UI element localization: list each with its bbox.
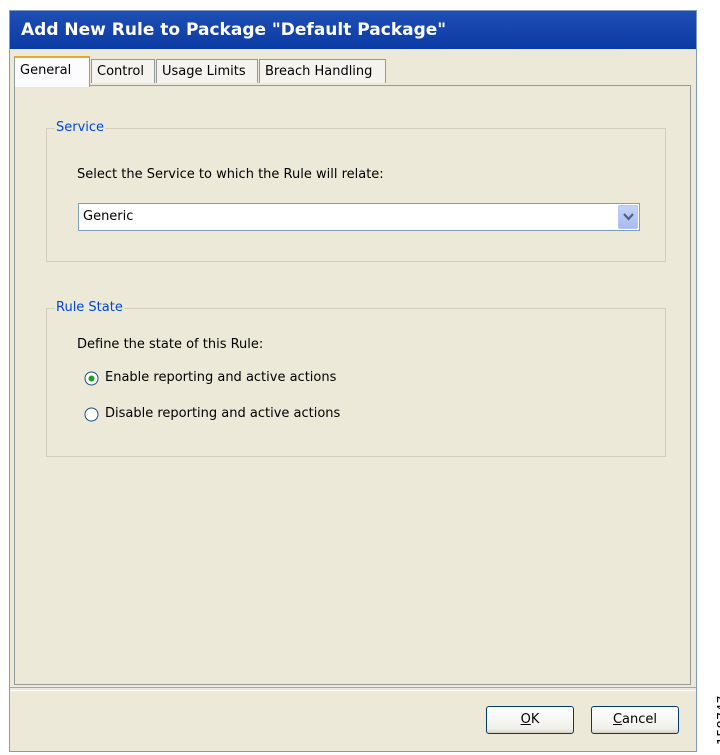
radio-disable-reporting[interactable]: Disable reporting and active actions [84, 405, 404, 425]
service-select[interactable]: Generic [78, 203, 640, 231]
title-bar: Add New Rule to Package "Default Package… [10, 11, 696, 49]
chevron-down-icon[interactable] [618, 205, 638, 229]
radio-enable-label: Enable reporting and active actions [105, 370, 337, 385]
ok-button[interactable]: OK [486, 706, 574, 734]
radio-selected-icon[interactable] [84, 371, 99, 386]
radio-enable-reporting[interactable]: Enable reporting and active actions [84, 369, 404, 389]
figure-id-watermark: 158747 [700, 665, 720, 745]
radio-unselected-icon[interactable] [84, 407, 99, 422]
radio-disable-label: Disable reporting and active actions [105, 406, 341, 421]
dialog-window: Add New Rule to Package "Default Package… [9, 10, 697, 752]
ok-mnemonic: O [520, 712, 531, 727]
service-select-value: Generic [83, 209, 134, 224]
tab-general[interactable]: General [14, 56, 90, 87]
rule-state-group-legend: Rule State [55, 300, 124, 315]
ok-rest: K [530, 712, 540, 727]
window-title: Add New Rule to Package "Default Package… [21, 20, 447, 40]
service-groupbox: Service Select the Service to which the … [46, 120, 666, 262]
tab-breach-handling[interactable]: Breach Handling [259, 59, 386, 83]
tab-control[interactable]: Control [91, 59, 155, 83]
figure-id-text: 158747 [716, 695, 720, 745]
tab-panel-general: Service Select the Service to which the … [14, 85, 691, 685]
rule-state-groupbox: Rule State Define the state of this Rule… [46, 300, 666, 457]
tab-panel-body: Service Select the Service to which the … [15, 86, 690, 684]
rule-state-prompt-label: Define the state of this Rule: [77, 337, 264, 352]
service-group-legend: Service [55, 120, 106, 135]
cancel-mnemonic: C [612, 712, 623, 727]
button-separator [10, 687, 696, 691]
service-prompt-label: Select the Service to which the Rule wil… [77, 167, 384, 182]
cancel-button[interactable]: Cancel [591, 706, 679, 734]
tab-usage-limits[interactable]: Usage Limits [156, 59, 258, 83]
cancel-rest: ancel [622, 712, 658, 727]
